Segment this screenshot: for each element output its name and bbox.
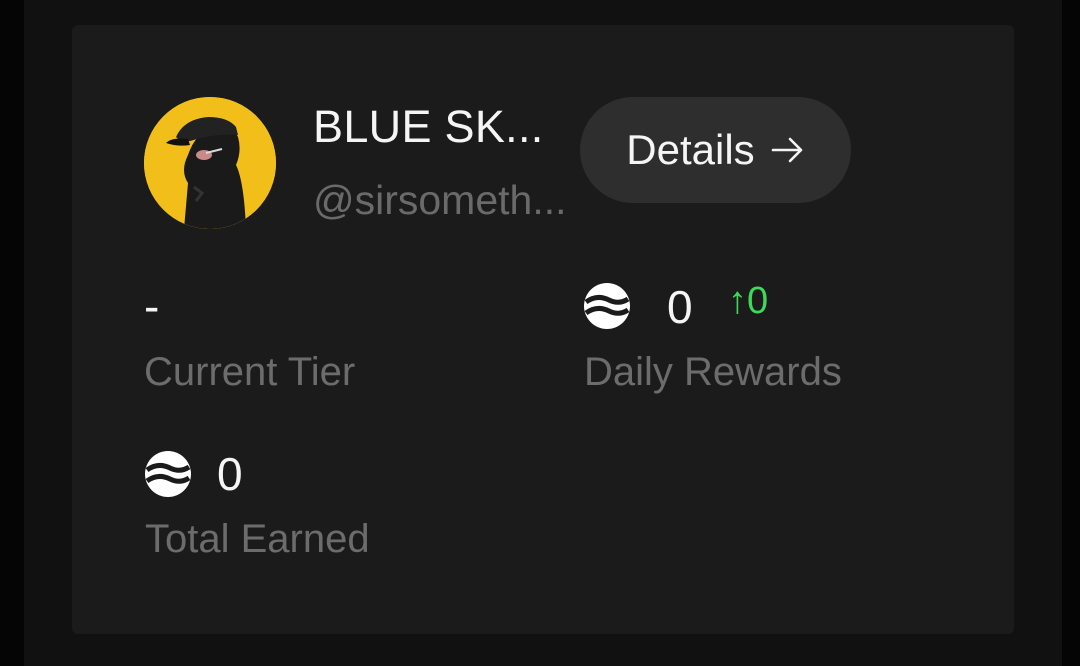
daily-rewards-value: 0: [667, 281, 693, 333]
current-tier-label: Current Tier: [144, 350, 356, 394]
avatar-image: [144, 97, 276, 229]
avatar[interactable]: [144, 97, 276, 229]
total-earned-label: Total Earned: [145, 517, 370, 561]
daily-rewards-label: Daily Rewards: [584, 350, 842, 394]
details-button-label: Details: [626, 126, 755, 173]
token-icon: [583, 282, 631, 330]
total-earned-value: 0: [217, 448, 243, 500]
details-button[interactable]: Details: [580, 97, 851, 203]
screen: BLUE SK... @sirsometh... Details - Curre…: [0, 0, 1080, 666]
arrow-right-icon: [771, 136, 805, 164]
profile-handle: @sirsometh...: [313, 177, 567, 223]
daily-rewards-delta: ↑0: [728, 280, 769, 322]
profile-name: BLUE SK...: [313, 101, 544, 152]
profile-rewards-card: BLUE SK... @sirsometh... Details - Curre…: [72, 25, 1014, 634]
token-icon: [144, 450, 192, 498]
current-tier-value: -: [144, 280, 160, 332]
